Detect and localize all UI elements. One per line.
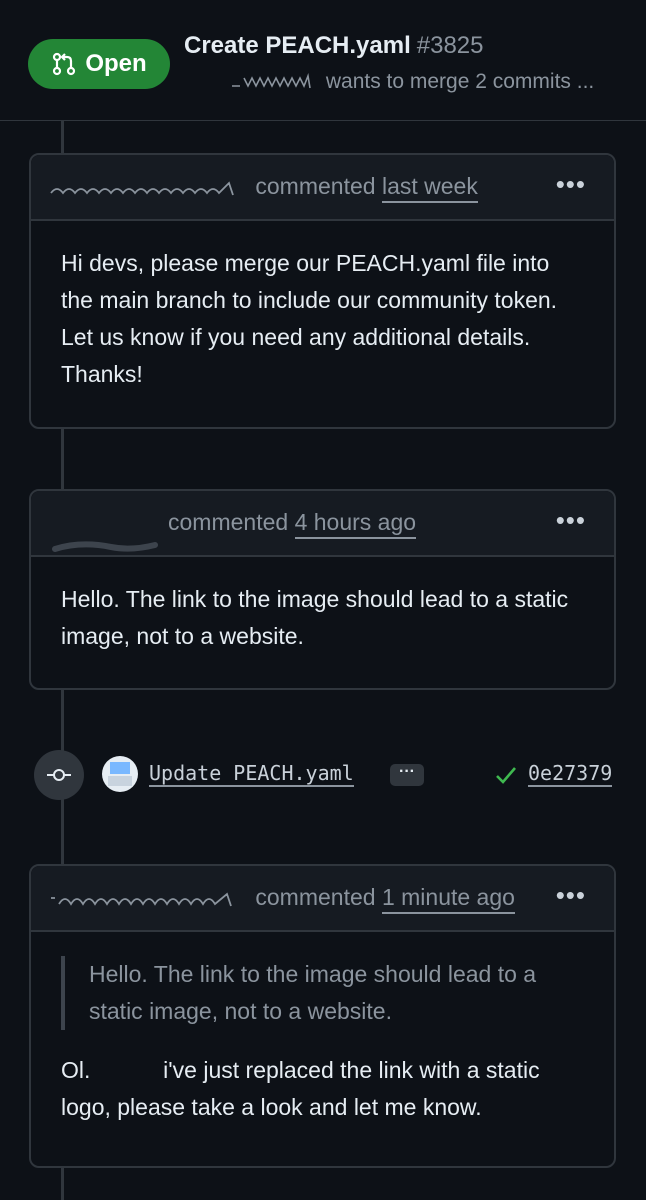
- comment-action: commented: [255, 173, 376, 199]
- avatar[interactable]: [102, 756, 138, 792]
- reply-prefix: Ol.: [61, 1057, 91, 1083]
- kebab-menu-icon[interactable]: •••: [556, 169, 586, 200]
- comment-header: commented last week •••: [31, 155, 614, 221]
- status-badge: Open: [28, 39, 170, 89]
- kebab-menu-icon[interactable]: •••: [556, 880, 586, 911]
- comment-meta: commented last week: [49, 173, 478, 203]
- header-divider: [0, 120, 646, 121]
- comment-time[interactable]: 4 hours ago: [294, 509, 417, 539]
- commit-node-icon: [34, 750, 84, 800]
- commit-message[interactable]: Update PEACH.yaml: [149, 761, 354, 787]
- comment-card: commented last week ••• Hi devs, please …: [29, 153, 616, 429]
- pr-header: Open Create PEACH.yaml #3825 wants to mer…: [0, 0, 646, 121]
- pr-subtitle: wants to merge 2 commits ...: [230, 70, 594, 94]
- redacted-username: [50, 181, 234, 196]
- comment-body: Hi devs, please merge our PEACH.yaml fil…: [61, 250, 558, 387]
- status-label: Open: [85, 50, 147, 77]
- reply-text: Ol. i've just replaced the link with a s…: [61, 1052, 586, 1126]
- redacted-username: [52, 541, 158, 552]
- pr-number: #3825: [416, 32, 484, 59]
- redacted-username: [51, 892, 232, 907]
- expand-commit-button[interactable]: ···: [390, 764, 424, 786]
- commit-row: Update PEACH.yaml ··· 0e27379: [0, 740, 646, 810]
- blockquote: Hello. The link to the image should lead…: [61, 956, 586, 1030]
- comment-time[interactable]: 1 minute ago: [381, 884, 515, 914]
- comment-action: commented: [168, 509, 289, 535]
- pull-request-icon: [53, 52, 76, 76]
- comment-header: commented 1 minute ago •••: [31, 866, 614, 932]
- kebab-menu-icon[interactable]: •••: [556, 505, 586, 536]
- commit-sha[interactable]: 0e27379: [528, 761, 613, 787]
- pr-title[interactable]: Create PEACH.yaml #3825: [184, 32, 484, 60]
- pr-subtitle-text: wants to merge 2 commits ...: [325, 70, 595, 93]
- comment-time[interactable]: last week: [381, 173, 478, 203]
- check-icon: [496, 767, 516, 784]
- comment-body: Hello. The link to the image should lead…: [61, 586, 569, 649]
- comment-header: commented 4 hours ago •••: [31, 491, 614, 557]
- pr-title-text: Create PEACH.yaml: [184, 32, 411, 59]
- comment-meta: commented 1 minute ago: [49, 884, 515, 914]
- comment-body: Hello. The link to the image should lead…: [31, 932, 614, 1126]
- comment-meta: commented 4 hours ago: [168, 509, 417, 539]
- reply-rest: i've just replaced the link with a stati…: [61, 1057, 540, 1120]
- comment-card: commented 4 hours ago ••• Hello. The lin…: [29, 489, 616, 690]
- comment-action: commented: [255, 884, 376, 910]
- comment-card: commented 1 minute ago ••• Hello. The li…: [29, 864, 616, 1168]
- redacted-username: [232, 73, 311, 89]
